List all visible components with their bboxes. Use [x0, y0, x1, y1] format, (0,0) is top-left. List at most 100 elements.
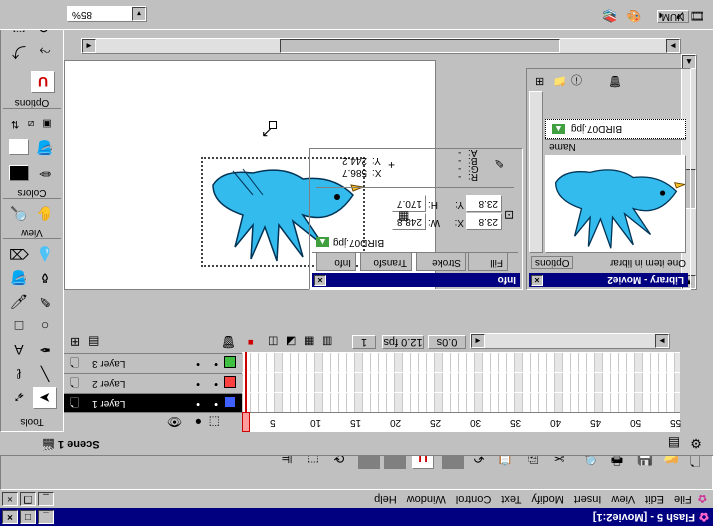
x-field[interactable] [466, 213, 502, 230]
layer-row[interactable]: • • Layer 3 🗋 [64, 353, 242, 372]
y-field[interactable] [466, 195, 502, 212]
crosshair-icon: + [388, 158, 396, 172]
new-symbol-icon[interactable]: ⊞ [535, 75, 544, 88]
library-item[interactable]: BIRD07.jpg ▲ [545, 119, 686, 139]
layer-color-swatch[interactable] [224, 396, 236, 408]
straighten-option-icon[interactable]: ⤴ [7, 41, 31, 63]
menu-file[interactable]: File [674, 493, 692, 505]
tab-info[interactable]: Info [316, 253, 356, 271]
paint-bucket-tool-icon[interactable]: 🪣 [7, 267, 31, 289]
stroke-color-swatch[interactable] [9, 165, 29, 181]
instance-panel-icon[interactable]: 🎨 [626, 9, 641, 23]
dropper-tool-icon[interactable]: 💧 [33, 243, 57, 265]
stroke-color-icon[interactable]: ✏ [33, 163, 57, 185]
onion-skin-icon[interactable]: ◫ [268, 335, 278, 348]
scroll-right-button[interactable]: ▸ [655, 334, 669, 348]
close-button[interactable]: × [2, 510, 18, 524]
layer-lock-dot-icon[interactable]: • [214, 398, 218, 410]
tab-stroke[interactable]: Stroke [416, 253, 466, 271]
menu-view[interactable]: View [611, 493, 635, 505]
layer-visible-dot-icon[interactable]: • [196, 378, 200, 390]
menu-modify[interactable]: Modify [532, 493, 564, 505]
snap-option-icon[interactable]: U [31, 71, 55, 93]
layer-lock-dot-icon[interactable]: • [214, 358, 218, 370]
stage-h-scrollbar[interactable]: ◂ ▸ [81, 38, 681, 54]
cursor-y-value: 244.2 [342, 155, 368, 166]
delete-item-icon[interactable]: 🗑 [608, 75, 622, 88]
delete-layer-icon[interactable]: 🗑 [221, 335, 236, 349]
zoom-tool-icon[interactable]: 🔍 [7, 203, 31, 225]
hand-tool-icon[interactable]: ✋ [33, 203, 57, 225]
hide-all-icon[interactable]: ● [195, 415, 202, 429]
stage-scroll-left[interactable]: ◂ [82, 39, 96, 53]
center-frame-icon[interactable]: ⏹ [248, 335, 254, 348]
layer-row[interactable]: • • Layer 1 🗋 [64, 393, 242, 412]
info-close-button[interactable]: × [314, 275, 326, 286]
doc-minimize-button[interactable]: _ [38, 492, 54, 506]
edit-multiple-icon[interactable]: ▦ [304, 335, 314, 348]
edit-scene-icon[interactable]: ⚙ [685, 432, 707, 454]
swap-colors-icon[interactable]: ⇅ [3, 113, 27, 135]
rect-tool-icon[interactable]: □ [7, 315, 31, 337]
playhead-marker[interactable] [242, 412, 250, 432]
maximize-button[interactable]: □ [20, 510, 36, 524]
timeline-h-scrollbar[interactable]: ◂ ▸ [470, 333, 670, 349]
menu-help[interactable]: Help [374, 493, 397, 505]
movie-explorer-icon[interactable]: 🎞 [690, 9, 705, 23]
library-options-menu[interactable]: Options [531, 256, 574, 270]
layer-visible-dot-icon[interactable]: • [196, 358, 200, 370]
name-column-header[interactable]: Name [549, 141, 576, 152]
tab-transfo[interactable]: Transfo [360, 253, 412, 271]
stage-scroll-thumb[interactable] [280, 39, 560, 53]
edit-symbol-icon[interactable]: ▤ [663, 432, 685, 454]
brush-tool-icon[interactable]: 🖌 [7, 291, 31, 313]
stage-scroll-right[interactable]: ▸ [666, 39, 680, 53]
minimize-button[interactable]: _ [38, 510, 54, 524]
library-close-button[interactable]: × [531, 275, 543, 286]
smooth-option-icon[interactable]: ⤳ [33, 41, 57, 63]
layer-visible-dot-icon[interactable]: • [196, 398, 200, 410]
lock-all-icon[interactable]: ⬚ [209, 415, 220, 429]
eye-icon[interactable]: 👁 [167, 415, 182, 429]
library-launcher-icon[interactable]: 📚 [602, 9, 617, 23]
text-tool-icon[interactable]: A [7, 339, 31, 361]
eraser-tool-icon[interactable]: ⌫ [7, 243, 31, 265]
tab-fill[interactable]: Fill [468, 253, 508, 271]
oval-tool-icon[interactable]: ○ [33, 315, 57, 337]
zoom-dropdown-arrow-icon[interactable]: ▾ [132, 7, 146, 21]
subselect-tool-icon[interactable]: ➶ [7, 387, 31, 409]
onion-markers-icon[interactable]: ▥ [322, 335, 332, 348]
layer-color-swatch[interactable] [224, 376, 236, 388]
menu-text[interactable]: Text [501, 493, 521, 505]
new-folder-icon[interactable]: 📁 [553, 75, 567, 88]
doc-close-button[interactable]: × [2, 492, 18, 506]
layer-row[interactable]: • • Layer 2 🗋 [64, 373, 242, 392]
fill-color-icon[interactable]: 🪣 [33, 137, 57, 159]
menu-window[interactable]: Window [407, 493, 446, 505]
properties-icon[interactable]: ⓘ [571, 72, 582, 88]
frames-grid[interactable] [242, 352, 680, 412]
line-tool-icon[interactable]: ╲ [33, 363, 57, 385]
layer-color-swatch[interactable] [224, 356, 236, 368]
doc-restore-button[interactable]: ❐ [20, 492, 36, 506]
pencil-tool-icon[interactable]: ✎ [33, 291, 57, 313]
bitmap-icon: ▲ [552, 124, 565, 134]
arrow-tool-icon[interactable]: ➤ [33, 387, 57, 409]
add-guide-icon[interactable]: ▤ [88, 335, 99, 349]
fill-color-swatch[interactable] [9, 139, 29, 155]
scroll-left-button[interactable]: ◂ [471, 334, 485, 348]
layer-lock-dot-icon[interactable]: • [214, 378, 218, 390]
menu-insert[interactable]: Insert [574, 493, 602, 505]
onion-outline-icon[interactable]: ◪ [286, 335, 296, 348]
lasso-tool-icon[interactable]: ℓ [7, 363, 31, 385]
library-name-header: Name [545, 139, 686, 153]
add-layer-icon[interactable]: ⊞ [70, 335, 80, 349]
pen-tool-icon[interactable]: ✒ [33, 339, 57, 361]
zoom-dropdown[interactable]: ▾ 85% [67, 6, 147, 22]
menu-edit[interactable]: Edit [645, 493, 664, 505]
stage-scroll-up[interactable]: ▴ [682, 55, 696, 69]
ink-bottle-tool-icon[interactable]: ⚱ [33, 267, 57, 289]
library-scrollbar[interactable] [529, 91, 543, 253]
ruler-tick: 30 [470, 417, 482, 428]
menu-control[interactable]: Control [456, 493, 491, 505]
